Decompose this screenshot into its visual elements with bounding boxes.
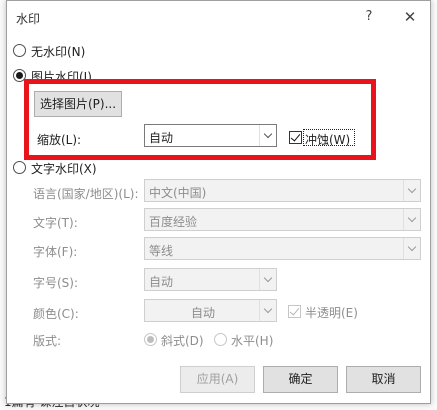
apply-button[interactable]: 应用(A) [180,366,255,393]
language-label: 语言(国家/地区)(L): [33,187,139,201]
dialog-title: 水印 [16,12,41,26]
chevron-down-icon [403,180,420,201]
layout-label: 版式: [33,334,62,348]
text-watermark-radio[interactable] [13,161,26,174]
size-label: 字号(S): [33,276,79,290]
close-icon[interactable]: ✕ [399,6,421,28]
watermark-dialog: 水印 ? ✕ 无水印(N) 图片水印(I) 选择图片(P)... 缩放(L): … [6,0,431,404]
semitransparent-checkbox[interactable] [288,305,301,318]
ok-button[interactable]: 确定 [263,366,338,393]
text-value: 百度经验 [149,215,198,229]
language-select[interactable]: 中文(中国) [144,179,421,202]
diagonal-label[interactable]: 斜式(D) [161,332,204,349]
text-label: 文字(T): [33,216,78,230]
chevron-down-icon [259,300,276,321]
text-watermark-label[interactable]: 文字水印(X) [31,160,97,177]
color-value: 自动 [191,306,216,320]
dialog-titlebar: 水印 ? ✕ [7,1,430,33]
horizontal-label[interactable]: 水平(H) [231,332,273,349]
cancel-button[interactable]: 取消 [346,366,421,393]
language-value: 中文(中国) [149,186,207,200]
chevron-down-icon [403,238,420,259]
horizontal-radio[interactable] [214,333,227,346]
text-select[interactable]: 百度经验 [144,208,421,231]
font-label: 字体(F): [33,245,78,259]
color-select[interactable]: 自动 [144,299,277,322]
no-watermark-label[interactable]: 无水印(N) [31,43,85,60]
diagonal-radio[interactable] [144,333,157,346]
color-label: 颜色(C): [33,307,79,321]
font-value: 等线 [149,244,174,258]
annotation-highlight-box [24,79,376,160]
chevron-down-icon [259,269,276,290]
no-watermark-radio[interactable] [13,44,26,57]
chevron-down-icon [403,209,420,230]
font-select[interactable]: 等线 [144,237,421,260]
size-value: 自动 [149,275,174,289]
help-button[interactable]: ? [359,7,379,27]
semitransparent-label[interactable]: 半透明(E) [305,304,358,321]
size-select[interactable]: 自动 [144,268,277,291]
